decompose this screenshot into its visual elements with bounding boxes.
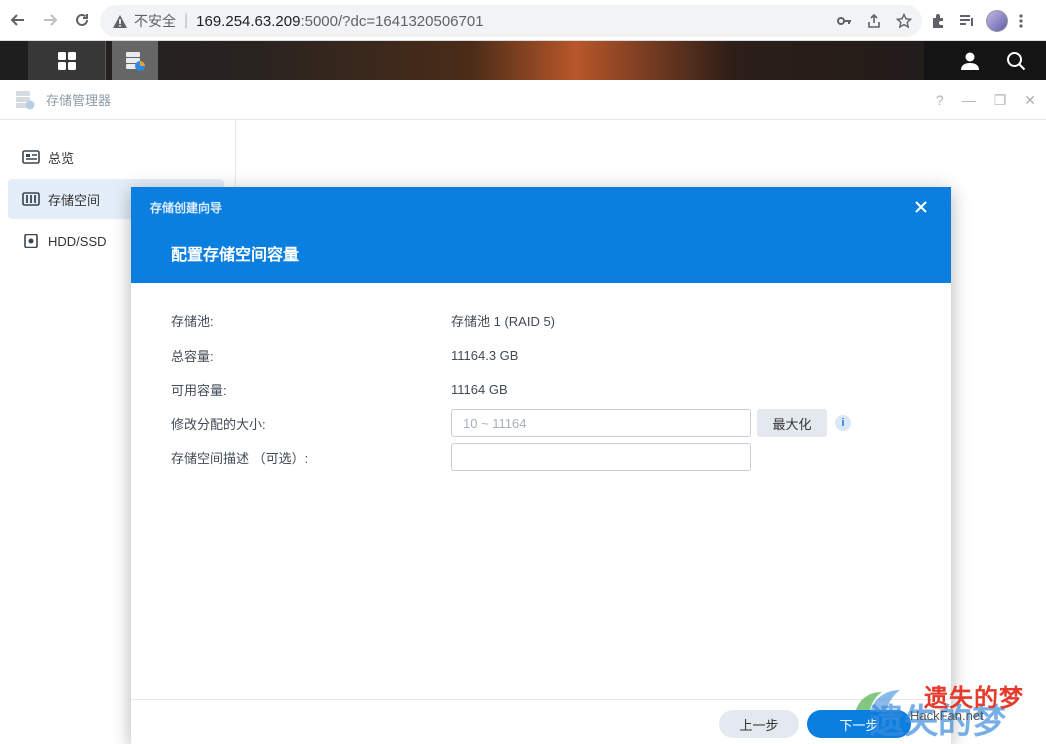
bookmark-star-icon[interactable] <box>896 13 912 29</box>
url-host: 169.254.63.209 <box>196 12 301 30</box>
more-menu-icon[interactable] <box>1018 12 1024 30</box>
profile-avatar[interactable] <box>986 10 1008 32</box>
wizard-title: 存储创建向导 <box>150 201 223 215</box>
omnibox-actions <box>836 5 912 37</box>
description-input[interactable] <box>451 443 751 471</box>
back-button[interactable] <box>2 4 34 36</box>
step-title: 配置存储空间容量 <box>171 247 300 264</box>
reload-icon <box>76 13 88 26</box>
storage-manager-icon <box>126 51 145 71</box>
watermark: 遗失的梦 遗失的梦 HackFan.net <box>850 676 1046 744</box>
close-icon <box>915 201 927 213</box>
available-capacity-label: 可用容量: <box>171 382 227 398</box>
storage-manager-taskbar-button[interactable] <box>112 41 158 80</box>
back-arrow-icon <box>10 14 24 26</box>
watermark-site: HackFan.net <box>910 708 984 723</box>
field-row-pool: 存储池: 存储池 1 (RAID 5) <box>171 306 931 334</box>
previous-button[interactable]: 上一步 <box>719 710 799 738</box>
maximize-button[interactable]: 最大化 <box>757 409 827 437</box>
pool-value: 存储池 1 (RAID 5) <box>451 313 556 329</box>
dialog-footer: 上一步 下一步 <box>131 699 951 744</box>
dialog-close-button[interactable] <box>911 197 931 217</box>
total-capacity-value: 11164.3 GB <box>451 347 519 363</box>
warning-icon <box>112 13 128 29</box>
key-icon[interactable] <box>836 13 852 29</box>
separator: | <box>184 12 189 29</box>
forward-arrow-icon <box>44 14 58 26</box>
address-bar[interactable]: 不安全 | 169.254.63.209:5000/?dc=1641320506… <box>100 5 922 37</box>
field-row-total-capacity: 总容量: 11164.3 GB <box>171 341 931 369</box>
field-row-description: 存储空间描述 （可选）: <box>171 443 931 471</box>
user-icon <box>961 52 979 70</box>
description-label: 存储空间描述 （可选）: <box>171 450 309 466</box>
reading-list-icon[interactable] <box>958 12 976 30</box>
main-menu-button[interactable] <box>28 41 106 80</box>
info-icon[interactable]: i <box>835 415 851 431</box>
total-capacity-label: 总容量: <box>171 348 214 364</box>
field-row-available-capacity: 可用容量: 11164 GB <box>171 375 931 403</box>
allocated-size-label: 修改分配的大小: <box>171 416 266 432</box>
dialog-header: 存储创建向导 配置存储空间容量 <box>131 187 951 283</box>
extension-area <box>930 5 1024 37</box>
user-button[interactable] <box>950 41 990 80</box>
insecure-label: 不安全 <box>134 13 176 29</box>
reload-button[interactable] <box>66 4 98 36</box>
share-icon[interactable] <box>866 13 882 29</box>
apps-grid-icon <box>57 51 76 70</box>
search-icon <box>1007 51 1026 70</box>
extensions-puzzle-icon[interactable] <box>930 12 948 30</box>
url-path: :5000/?dc=1641320506701 <box>300 12 484 30</box>
field-row-allocated-size: 修改分配的大小: 10 ~ 11164 最大化 i <box>171 409 931 437</box>
storage-creation-wizard-dialog: 存储创建向导 配置存储空间容量 存储池: 存储池 1 (RAID 5) 总容量:… <box>131 187 951 744</box>
pool-label: 存储池: <box>171 313 214 329</box>
allocated-size-input[interactable]: 10 ~ 11164 <box>451 409 751 437</box>
taskbar-right-area <box>924 41 1046 80</box>
search-button[interactable] <box>996 41 1036 80</box>
available-capacity-value: 11164 GB <box>451 381 508 397</box>
forward-button[interactable] <box>34 4 66 36</box>
dsm-taskbar <box>0 41 1046 80</box>
browser-toolbar: 不安全 | 169.254.63.209:5000/?dc=1641320506… <box>0 0 1046 41</box>
